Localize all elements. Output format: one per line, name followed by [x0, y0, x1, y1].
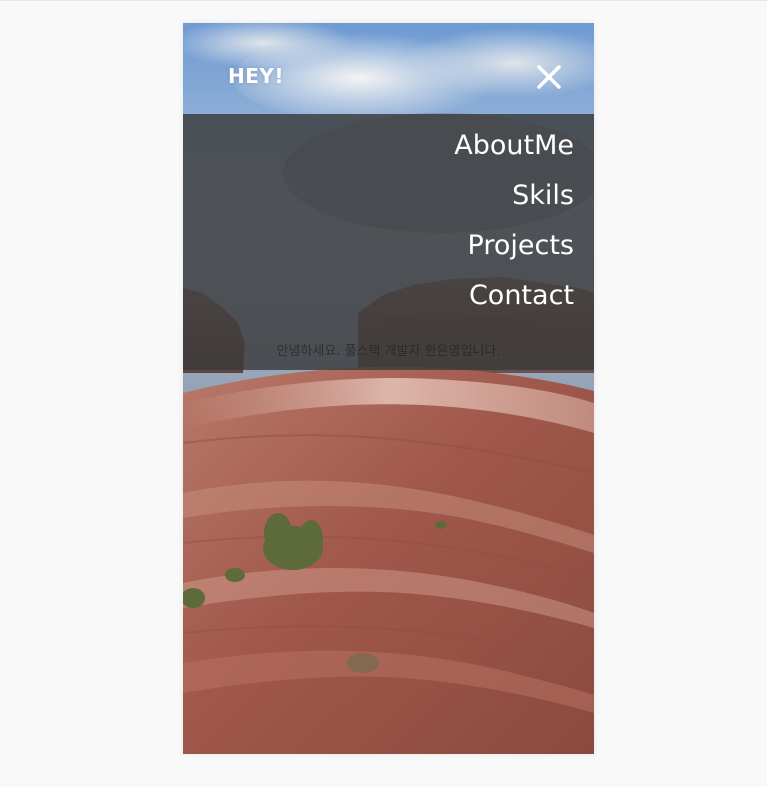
nav-item-contact[interactable]: Contact [469, 278, 574, 314]
mobile-viewport: HEY! AboutMe Skils Projects Contact 안녕하세… [183, 23, 594, 754]
brand-logo[interactable]: HEY! [228, 64, 284, 88]
nav-item-skills[interactable]: Skils [512, 178, 574, 214]
close-menu-button[interactable] [531, 59, 567, 95]
page-top-border [0, 0, 767, 1]
nav-menu: AboutMe Skils Projects Contact 안녕하세요. 풀스… [183, 114, 594, 370]
nav-item-aboutme[interactable]: AboutMe [454, 128, 574, 164]
hero-greeting: 안녕하세요. 풀스택 개발자 한은영입니다. [276, 344, 501, 359]
close-icon [537, 65, 561, 89]
nav-item-projects[interactable]: Projects [468, 228, 574, 264]
header: HEY! [183, 23, 594, 114]
